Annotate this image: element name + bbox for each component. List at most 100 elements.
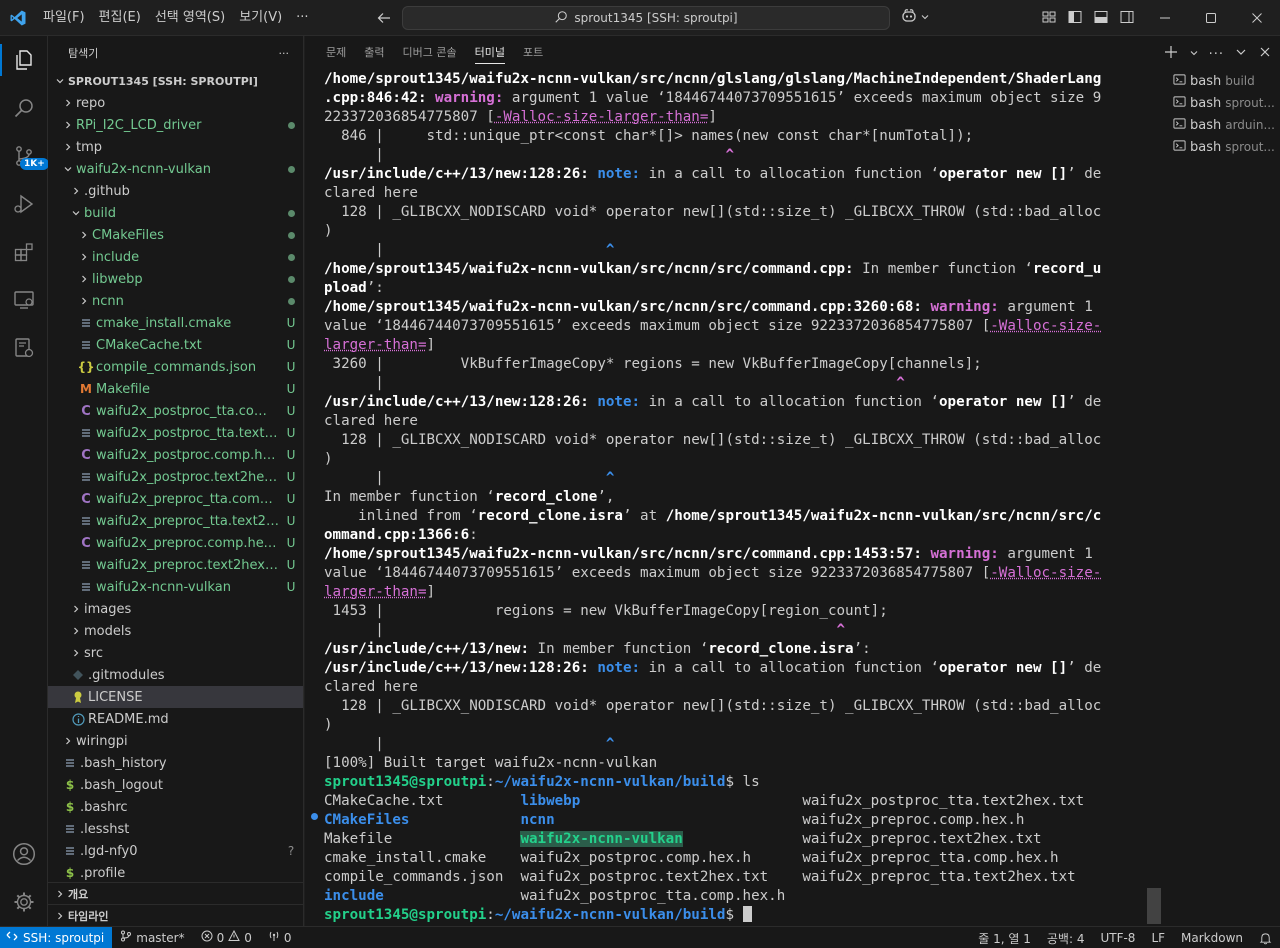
language-mode[interactable]: Markdown [1173,927,1251,948]
encoding[interactable]: UTF-8 [1092,927,1143,948]
extensions-icon[interactable] [0,228,48,276]
menu-selection[interactable]: 선택 영역(S) [148,5,232,31]
minimize-icon[interactable] [1142,0,1188,36]
indentation[interactable]: 공백: 4 [1039,927,1093,948]
terminal-dropdown-chevron-icon[interactable] [1189,47,1199,62]
new-terminal-plus-icon[interactable] [1163,44,1179,64]
terminal-scrollbar-thumb[interactable] [1147,888,1161,924]
terminal-output[interactable]: /home/sprout1345/waifu2x-ncnn-vulkan/src… [324,70,1154,926]
command-center-search[interactable]: sprout1345 [SSH: sproutpi] [402,6,890,30]
terminal-text: | [324,622,837,638]
settings-gear-icon[interactable] [0,878,48,926]
explorer-more-actions[interactable]: ··· [279,47,290,60]
file-item[interactable]: M Makefile U [48,378,303,400]
tab-output[interactable]: 출력 [355,36,393,70]
search-icon[interactable] [0,84,48,132]
back-arrow-icon[interactable] [372,6,396,30]
file-item[interactable]: $ .bash_logout [48,774,303,796]
folder-item[interactable]: build [48,202,303,224]
file-item[interactable]: cmake_install.cmake U [48,312,303,334]
remote-explorer-icon[interactable] [0,276,48,324]
chevron-right-icon [60,95,76,111]
folder-item[interactable]: models [48,620,303,642]
folder-item[interactable]: images [48,598,303,620]
folder-item[interactable]: repo [48,92,303,114]
folder-item[interactable]: wiringpi [48,730,303,752]
timeline-section[interactable]: 타임라인 [48,904,304,926]
folder-item[interactable]: tmp [48,136,303,158]
file-item[interactable]: $ .profile [48,862,303,884]
copilot-button[interactable] [900,8,930,28]
menu-file[interactable]: 파일(F) [36,5,92,31]
file-item[interactable]: CMakeCache.txt U [48,334,303,356]
close-panel-icon[interactable] [1258,45,1272,63]
file-item[interactable]: $ .bashrc [48,796,303,818]
terminal-instance[interactable]: bash build [1161,70,1280,92]
git-branch[interactable]: master* [112,927,192,948]
file-item[interactable]: LICENSE [48,686,303,708]
file-item[interactable]: Cwaifu2x_postproc_tta.comp.hex.h U [48,400,303,422]
file-item[interactable]: Cwaifu2x_preproc.comp.hex.h U [48,532,303,554]
menu-edit[interactable]: 편집(E) [92,5,148,31]
terminal-scrollbar[interactable] [1147,70,1161,926]
accounts-icon[interactable] [0,830,48,878]
folder-item[interactable]: libwebp [48,268,303,290]
terminal-text: -Walloc-size-larger-than= [494,109,709,125]
folder-item[interactable]: src [48,642,303,664]
maximize-icon[interactable] [1188,0,1234,36]
menu-more[interactable]: ··· [289,5,315,31]
toggle-primary-sidebar-icon[interactable] [1066,8,1084,26]
tab-problems[interactable]: 문제 [317,36,355,70]
tab-ports[interactable]: 포트 [514,36,552,70]
folder-item[interactable]: include [48,246,303,268]
file-item[interactable]: waifu2x_postproc_tta.text2hex.txt U [48,422,303,444]
terminal-text: include [324,888,384,904]
run-debug-icon[interactable] [0,180,48,228]
terminal-instance[interactable]: bash arduin... [1161,114,1280,136]
tab-terminal[interactable]: 터미널 [466,36,514,70]
file-item[interactable]: .lgd-nfy0? [48,840,303,862]
file-item[interactable]: waifu2x_preproc_tta.text2hex.txt U [48,510,303,532]
terminal-instance[interactable]: bash sprout... [1161,92,1280,114]
notifications-bell-icon[interactable] [1251,927,1280,948]
workspace-root[interactable]: SPROUT1345 [SSH: SPROUTPI] [48,70,303,92]
file-item[interactable]: .gitmodules [48,664,303,686]
problems-indicator[interactable]: 0 0 [193,927,260,948]
collapse-panel-chevron-icon[interactable] [1234,45,1248,63]
terminal-instance[interactable]: bash sprout... [1161,136,1280,158]
more-actions-icon[interactable]: ··· [1209,47,1224,62]
folder-item[interactable]: CMakeFiles [48,224,303,246]
file-item[interactable]: waifu2x_preproc.text2hex.txt U [48,554,303,576]
toggle-secondary-sidebar-icon[interactable] [1118,8,1136,26]
ports-indicator[interactable]: 0 [260,927,300,948]
file-item[interactable]: Cwaifu2x_postproc.comp.hex.h U [48,444,303,466]
cursor-position[interactable]: 줄 1, 열 1 [970,927,1039,948]
folder-item[interactable]: RPi_I2C_LCD_driver [48,114,303,136]
terminal-cursor [742,906,752,922]
outline-section[interactable]: 개요 [48,882,304,904]
terminal-text: compile_commands.json waifu2x_postproc.t… [324,869,1076,885]
tab-debug-console[interactable]: 디버그 콘솔 [394,36,466,70]
folder-item[interactable]: .github [48,180,303,202]
menu-view[interactable]: 보기(V) [232,5,289,31]
source-control-icon[interactable]: 1K+ [0,132,49,180]
customize-layout-icon[interactable] [1040,8,1058,26]
close-icon[interactable] [1234,0,1280,36]
file-item[interactable]: waifu2x-ncnn-vulkan U [48,576,303,598]
folder-item[interactable]: waifu2x-ncnn-vulkan [48,158,303,180]
activity-bar: 1K+ [0,36,49,926]
toggle-panel-icon[interactable] [1092,8,1110,26]
file-item[interactable]: Cwaifu2x_preproc_tta.comp.hex.h U [48,488,303,510]
file-item[interactable]: .lesshst [48,818,303,840]
folder-item[interactable]: ncnn [48,290,303,312]
containers-icon[interactable] [0,324,48,372]
remote-indicator[interactable]: SSH: sproutpi [0,926,113,948]
command-decoration-dot[interactable] [311,813,318,820]
file-item[interactable]: .bash_history [48,752,303,774]
file-item[interactable]: README.md [48,708,303,730]
file-item[interactable]: {} compile_commands.json U [48,356,303,378]
tree-item-label: waifu2x-ncnn-vulkan [76,161,211,177]
file-item[interactable]: waifu2x_postproc.text2hex.txt U [48,466,303,488]
end-of-line[interactable]: LF [1143,927,1173,948]
explorer-icon[interactable] [0,36,48,84]
